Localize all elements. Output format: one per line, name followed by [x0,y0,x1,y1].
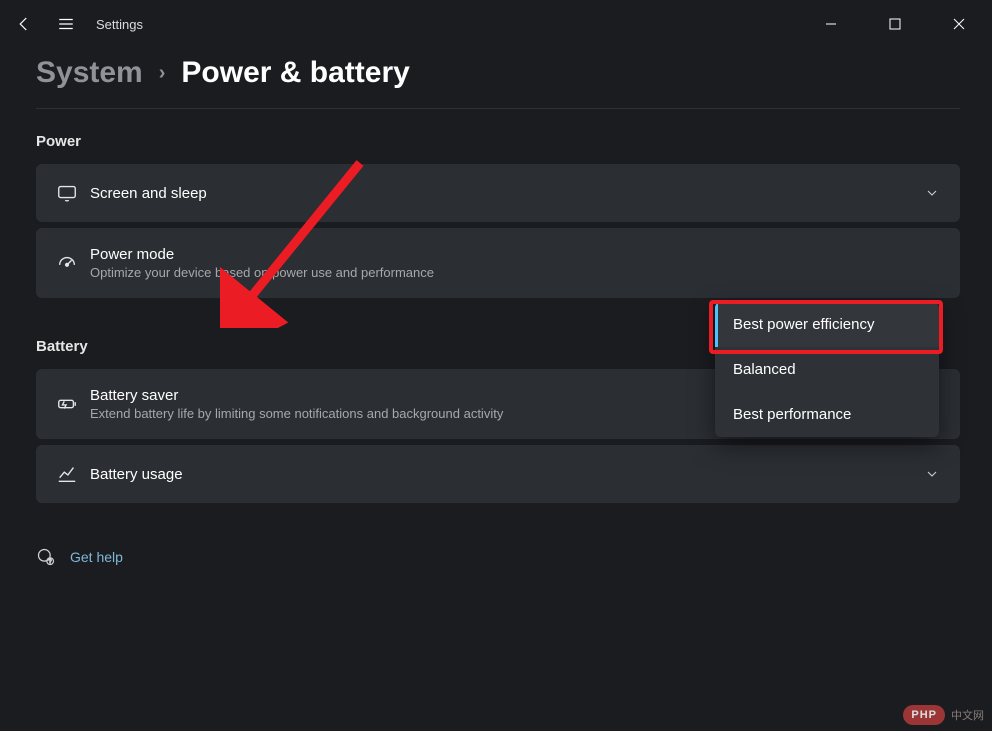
watermark: PHP 中文网 [903,705,984,725]
watermark-pill: PHP [903,705,945,725]
card-title: Battery saver [90,387,811,404]
dropdown-option-best-efficiency[interactable]: Best power efficiency [715,302,939,347]
breadcrumb: System › Power & battery [36,56,960,108]
maximize-button[interactable] [874,8,916,40]
card-battery-usage[interactable]: Battery usage [36,445,960,503]
card-screen-sleep[interactable]: Screen and sleep [36,164,960,222]
help-link-row: ? Get help [36,547,960,567]
divider [36,108,960,109]
app-title: Settings [96,17,143,32]
battery-saver-icon [56,393,90,415]
power-mode-dropdown[interactable]: Best power efficiency Balanced Best perf… [715,302,939,437]
card-subtitle: Optimize your device based on power use … [90,265,940,280]
card-title: Screen and sleep [90,185,924,202]
chevron-down-icon [924,466,940,482]
page-title: Power & battery [181,56,409,90]
chevron-right-icon: › [159,62,166,85]
card-title: Battery usage [90,466,924,483]
watermark-text: 中文网 [951,707,984,723]
breadcrumb-parent[interactable]: System [36,56,143,90]
section-power: Power [36,133,960,150]
dropdown-option-balanced[interactable]: Balanced [715,347,939,392]
screen-icon [56,182,90,204]
svg-text:?: ? [49,559,52,565]
dropdown-option-best-performance[interactable]: Best performance [715,392,939,437]
titlebar: Settings [0,0,992,48]
gauge-icon [56,252,90,274]
close-button[interactable] [938,8,980,40]
help-icon: ? [36,547,56,567]
chevron-down-icon [924,185,940,201]
chart-icon [56,463,90,485]
card-subtitle: Extend battery life by limiting some not… [90,406,811,421]
minimize-button[interactable] [810,8,852,40]
get-help-link[interactable]: Get help [70,549,123,565]
card-power-mode[interactable]: Power mode Optimize your device based on… [36,228,960,298]
card-title: Power mode [90,246,940,263]
hamburger-menu-icon[interactable] [54,12,78,36]
back-button[interactable] [12,12,36,36]
